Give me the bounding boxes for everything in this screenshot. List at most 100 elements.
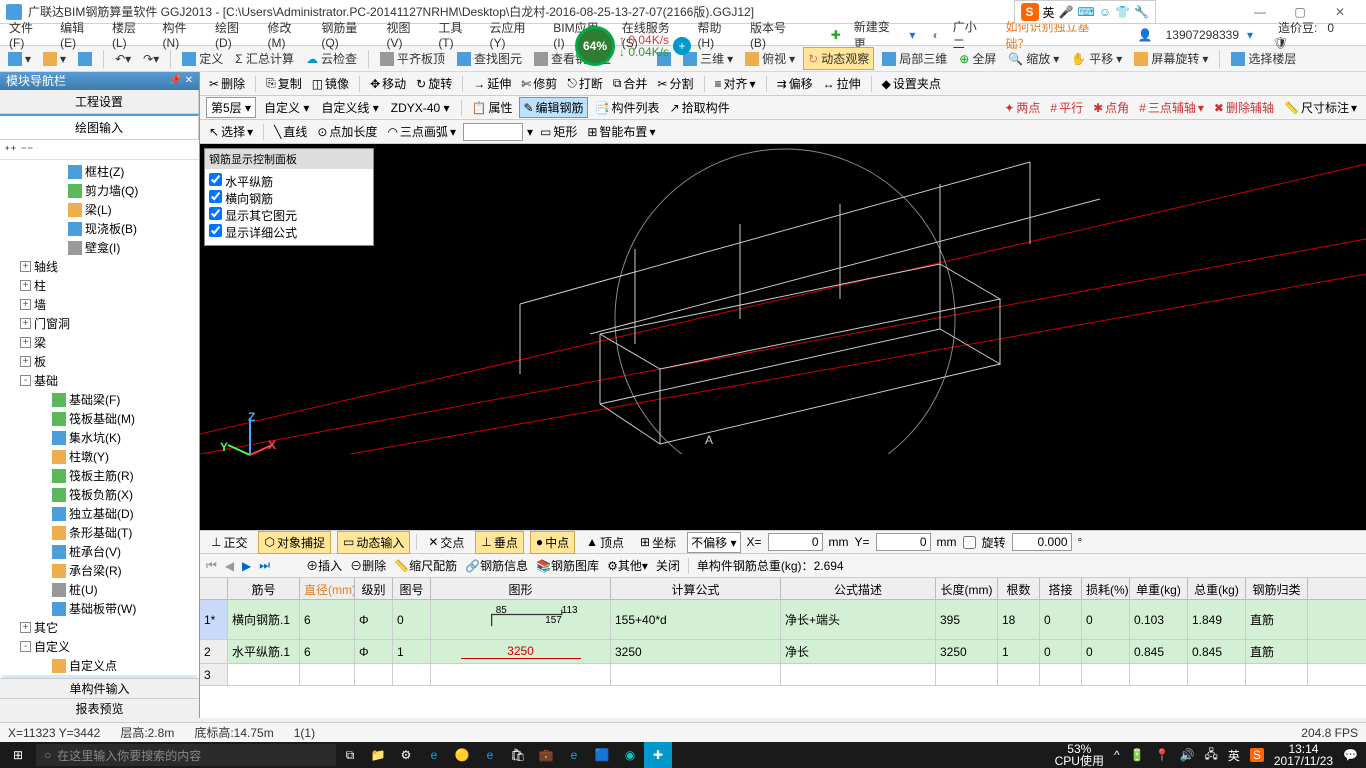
ime-toolbar[interactable]: S 英 🎤 ⌨ ☺ 👕 🔧 [1014, 0, 1156, 24]
table-row[interactable]: 2 水平纵筋.1 6 Φ 1 3250 3250 净长 3250 1 0 0 0… [200, 640, 1366, 664]
rebar-table[interactable]: 筋号 直径(mm) 级别 图号 图形 计算公式 公式描述 长度(mm) 根数 搭… [200, 578, 1366, 718]
start-button[interactable]: ⊞ [0, 742, 36, 768]
new-file-button[interactable]: ▾ [4, 50, 35, 68]
stretch-button[interactable]: ↔拉伸 [820, 74, 864, 93]
insert-button[interactable]: ⊕插入 [306, 557, 342, 574]
pan-button[interactable]: ✋平移▾ [1067, 48, 1126, 69]
tree-item[interactable]: 自定义点 [2, 656, 197, 675]
dynamic-input-button[interactable]: ▭动态输入 [337, 531, 410, 554]
tree-item[interactable]: 框柱(Z) [2, 162, 197, 181]
code-combo[interactable]: ZDYX-40 ▾ [387, 100, 454, 116]
tray-clock[interactable]: 13:142017/11/23 [1274, 743, 1333, 767]
app-icon-8[interactable]: e [560, 742, 588, 768]
rotate-button[interactable]: ↻旋转 [413, 74, 455, 93]
tree-item[interactable]: 剪力墙(Q) [2, 181, 197, 200]
app-icon-11[interactable]: ✚ [644, 742, 672, 768]
component-tree[interactable]: 框柱(Z)剪力墙(Q)梁(L)现浇板(B)壁龛(I)+轴线+柱+墙+门窗洞+梁+… [0, 160, 199, 686]
task-view-icon[interactable]: ⧉ [336, 742, 364, 768]
break-button[interactable]: ⎋打断 [564, 74, 606, 93]
windows-taskbar[interactable]: ⊞ ○ 在这里输入你要搜索的内容 ⧉ 📁 ⚙ e 🟡 e 🛍 💼 e 🟦 ◉ ✚… [0, 742, 1366, 768]
table-row[interactable]: 3 [200, 664, 1366, 686]
net-expand-icon[interactable]: + [673, 37, 691, 55]
menu-cloud[interactable]: 云应用(Y) [484, 17, 546, 52]
tab-draw-input[interactable]: 绘图输入 [0, 114, 199, 139]
last-record-icon[interactable]: ⏭ [259, 558, 270, 573]
save-button[interactable] [74, 50, 96, 68]
tray-location-icon[interactable]: 📍 [1155, 748, 1170, 762]
floor-combo[interactable]: 第5层 ▾ [206, 97, 256, 118]
merge-button[interactable]: ⧉合并 [610, 74, 651, 93]
tree-expand-icon[interactable]: ⁺⁺ [4, 143, 17, 157]
tray-network-icon[interactable]: 🖧 [1204, 745, 1217, 766]
tree-item[interactable]: 基础板带(W) [2, 599, 197, 618]
menu-rebar[interactable]: 钢筋量(Q) [316, 17, 379, 52]
open-file-button[interactable]: ▾ [39, 50, 70, 68]
two-point-button[interactable]: ✦两点 [1001, 98, 1043, 117]
component-list-button[interactable]: 📑构件列表 [592, 98, 663, 117]
split-button[interactable]: ✂分割 [654, 74, 696, 93]
select-button[interactable]: ↖选择▾ [206, 122, 256, 141]
app-icon-2[interactable]: ⚙ [392, 742, 420, 768]
rotate-input[interactable] [1012, 533, 1072, 551]
app-icon-3[interactable]: e [420, 742, 448, 768]
offset-combo[interactable]: 不偏移 ▾ [687, 532, 740, 553]
flat-slab-button[interactable]: 平齐板顶 [376, 48, 449, 69]
menu-floor[interactable]: 楼层(L) [107, 17, 156, 52]
apex-button[interactable]: ▲顶点 [581, 532, 629, 553]
dynamic-observe-button[interactable]: ↻动态观察 [803, 47, 874, 70]
scale-rebar-button[interactable]: 📏缩尺配筋 [394, 557, 457, 574]
parallel-button[interactable]: #平行 [1047, 98, 1086, 117]
menu-tool[interactable]: 工具(T) [433, 17, 482, 52]
menu-edit[interactable]: 编辑(E) [55, 17, 105, 52]
ime-lang[interactable]: 英 [1043, 4, 1055, 21]
opt-trans-bar[interactable]: 横向钢筋 [209, 190, 369, 207]
tray-volume-icon[interactable]: 🔊 [1180, 748, 1195, 762]
iso-view-button[interactable]: 俯视▾ [741, 48, 799, 69]
point-angle-button[interactable]: ✱点角 [1090, 98, 1132, 117]
zoom-button[interactable]: 🔍缩放▾ [1004, 48, 1063, 69]
property-button[interactable]: 📋属性 [469, 98, 516, 117]
three-point-axis-button[interactable]: #三点辅轴▾ [1136, 98, 1207, 117]
tree-item[interactable]: 条形基础(T) [2, 523, 197, 542]
tree-item[interactable]: -自定义 [2, 637, 197, 656]
ime-face-icon[interactable]: ☺ [1099, 5, 1111, 19]
tree-item[interactable]: 基础梁(F) [2, 390, 197, 409]
pick-component-button[interactable]: ↗拾取构件 [667, 98, 733, 117]
tree-item[interactable]: 壁龛(I) [2, 238, 197, 257]
3d-viewport[interactable]: A 钢筋显示控制面板 水平纵筋 横向钢筋 显示其它图元 显示详细公式 ZYX [200, 144, 1366, 530]
redo-button[interactable]: ↷▾ [139, 50, 163, 68]
phone-label[interactable]: 👤13907298339 ▾ [1128, 24, 1258, 46]
select-floor-button[interactable]: 选择楼层 [1227, 48, 1300, 69]
menu-help[interactable]: 帮助(H) [692, 17, 743, 52]
intersect-button[interactable]: ✕交点 [423, 532, 469, 553]
y-input[interactable] [876, 533, 931, 551]
ime-skin-icon[interactable]: 👕 [1115, 5, 1130, 19]
tree-item[interactable]: 桩(U) [2, 580, 197, 599]
tree-item[interactable]: 筏板负筋(X) [2, 485, 197, 504]
copy-button[interactable]: ⎘复制 [263, 74, 305, 93]
define-button[interactable]: 定义 [178, 48, 227, 69]
tree-item[interactable]: 筏板基础(M) [2, 409, 197, 428]
sum-button[interactable]: Σ 汇总计算 [231, 48, 298, 69]
tree-item[interactable]: 桩承台(V) [2, 542, 197, 561]
tree-item[interactable]: 梁(L) [2, 200, 197, 219]
menu-modify[interactable]: 修改(M) [263, 17, 315, 52]
fullscreen-button[interactable]: ⊕全屏 [955, 48, 1000, 69]
menu-version[interactable]: 版本号(B) [745, 17, 807, 52]
prev-record-icon[interactable]: ◀ [225, 559, 234, 573]
menu-file[interactable]: 文件(F) [4, 17, 53, 52]
delete-row-button[interactable]: ⊖删除 [350, 557, 386, 574]
tree-item[interactable]: 柱墩(Y) [2, 447, 197, 466]
tray-up-icon[interactable]: ^ [1114, 748, 1120, 762]
tree-item[interactable]: +墙 [2, 295, 197, 314]
screen-rotate-button[interactable]: 屏幕旋转▾ [1130, 48, 1212, 69]
rect-button[interactable]: ▭矩形 [537, 122, 580, 141]
table-row[interactable]: 1* 横向钢筋.1 6 Φ 0 85157113 155+40*d 净长+端头 … [200, 600, 1366, 640]
first-record-icon[interactable]: ⏮ [206, 558, 217, 573]
point-length-button[interactable]: ⊙点加长度 [314, 122, 380, 141]
ime-settings-icon[interactable]: 🔧 [1134, 5, 1149, 19]
trim-button[interactable]: ✄修剪 [518, 74, 560, 93]
extend-button[interactable]: →延伸 [470, 74, 514, 93]
tree-item[interactable]: +其它 [2, 618, 197, 637]
delete-aux-button[interactable]: ✖删除辅轴 [1211, 98, 1277, 117]
